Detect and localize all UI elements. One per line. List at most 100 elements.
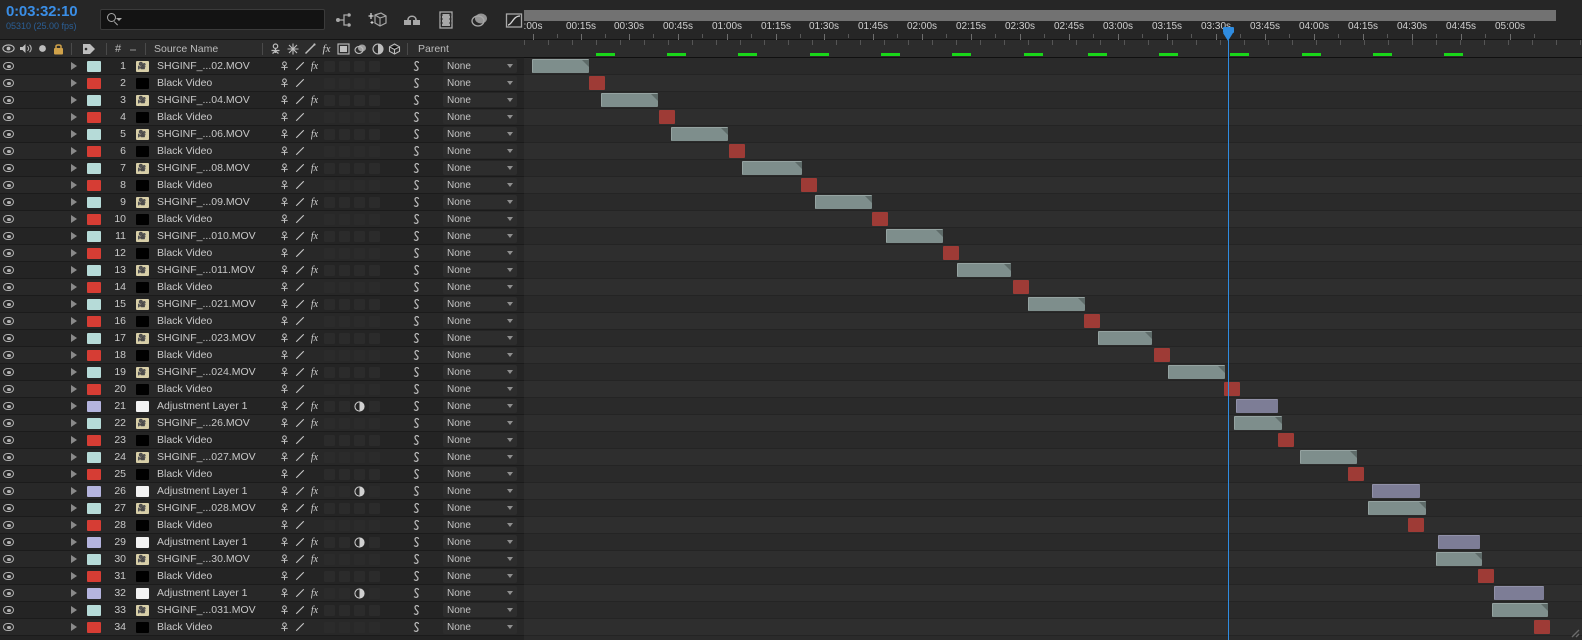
- layer-switches[interactable]: fx: [277, 143, 407, 160]
- quality-switch[interactable]: [292, 264, 307, 277]
- label-tag-icon[interactable]: [76, 43, 102, 55]
- frame-blend-icon[interactable]: [335, 43, 352, 55]
- layer-parent-cell[interactable]: None: [407, 466, 517, 483]
- parent-pickwhip-icon[interactable]: [409, 264, 421, 277]
- layer-source-name[interactable]: SHGINF_...30.MOV: [153, 551, 277, 568]
- layer-switches[interactable]: fx: [277, 75, 407, 92]
- layer-label-swatch[interactable]: [83, 364, 105, 381]
- motion-blur-switch[interactable]: [337, 451, 352, 464]
- layer-solo-toggle[interactable]: [34, 313, 49, 330]
- effects-switch[interactable]: fx: [307, 451, 322, 464]
- layer-label-swatch[interactable]: [83, 585, 105, 602]
- quality-switch[interactable]: [292, 281, 307, 294]
- layer-switches[interactable]: fx: [277, 177, 407, 194]
- 3d-layer-switch[interactable]: [367, 60, 382, 73]
- layer-label-swatch[interactable]: [83, 466, 105, 483]
- layer-source-name[interactable]: SHGINF_...023.MOV: [153, 330, 277, 347]
- parent-pickwhip-icon[interactable]: [409, 621, 421, 634]
- timeline-row[interactable]: [524, 279, 1582, 296]
- timeline-row[interactable]: [524, 500, 1582, 517]
- motion-blur-switch[interactable]: [337, 468, 352, 481]
- layer-visibility-toggle[interactable]: [0, 466, 17, 483]
- layer-expand-triangle[interactable]: [65, 398, 83, 415]
- layer-lock-toggle[interactable]: [49, 432, 65, 449]
- quality-switch[interactable]: [292, 519, 307, 532]
- layer-lock-toggle[interactable]: [49, 415, 65, 432]
- 3d-layer-switch[interactable]: [367, 349, 382, 362]
- frame-blend-switch[interactable]: [322, 400, 337, 413]
- layer-source-name[interactable]: Black Video: [153, 177, 277, 194]
- timeline-row[interactable]: [524, 517, 1582, 534]
- layer-row[interactable]: 14 Black Video fx None: [0, 279, 524, 296]
- layer-solo-toggle[interactable]: [34, 347, 49, 364]
- timeline-clip-bar[interactable]: [1013, 280, 1029, 294]
- layer-switches[interactable]: fx: [277, 364, 407, 381]
- layer-row[interactable]: 4 Black Video fx None: [0, 109, 524, 126]
- timeline-clip-bar[interactable]: [1478, 569, 1494, 583]
- timeline-clip-bar[interactable]: [886, 229, 943, 243]
- layer-switches[interactable]: fx: [277, 381, 407, 398]
- layer-row[interactable]: 20 Black Video fx None: [0, 381, 524, 398]
- timeline-clip-bar[interactable]: [671, 127, 728, 141]
- timeline-row[interactable]: [524, 585, 1582, 602]
- quality-switch[interactable]: [292, 349, 307, 362]
- motion-blur-switch[interactable]: [337, 94, 352, 107]
- layer-expand-triangle[interactable]: [65, 160, 83, 177]
- timeline-clip-bar[interactable]: [815, 195, 872, 209]
- motion-blur-switch[interactable]: [337, 196, 352, 209]
- parent-pickwhip-icon[interactable]: [409, 145, 421, 158]
- parent-dropdown[interactable]: None: [443, 246, 517, 260]
- layer-expand-triangle[interactable]: [65, 517, 83, 534]
- layer-source-name[interactable]: Black Video: [153, 381, 277, 398]
- effects-fx-icon[interactable]: fx: [318, 43, 335, 55]
- layer-source-name[interactable]: SHGINF_...02.MOV: [153, 58, 277, 75]
- layer-solo-toggle[interactable]: [34, 500, 49, 517]
- layer-expand-triangle[interactable]: [65, 228, 83, 245]
- effects-switch[interactable]: fx: [307, 264, 322, 277]
- layer-parent-cell[interactable]: None: [407, 534, 517, 551]
- adjustment-layer-switch[interactable]: [352, 60, 367, 73]
- solo-dot-icon[interactable]: [35, 44, 50, 53]
- effects-switch[interactable]: fx: [307, 349, 322, 362]
- shy-switch[interactable]: [277, 298, 292, 311]
- 3d-layer-switch[interactable]: [367, 230, 382, 243]
- layer-lock-toggle[interactable]: [49, 58, 65, 75]
- layer-parent-cell[interactable]: None: [407, 347, 517, 364]
- layer-lock-toggle[interactable]: [49, 245, 65, 262]
- layer-label-swatch[interactable]: [83, 568, 105, 585]
- layer-lock-toggle[interactable]: [49, 381, 65, 398]
- layer-label-swatch[interactable]: [83, 313, 105, 330]
- layer-lock-toggle[interactable]: [49, 398, 65, 415]
- timeline-clip-bar[interactable]: [659, 110, 675, 124]
- layer-visibility-toggle[interactable]: [0, 619, 17, 636]
- adjustment-layer-switch[interactable]: [352, 196, 367, 209]
- layer-switches[interactable]: fx: [277, 585, 407, 602]
- layer-parent-cell[interactable]: None: [407, 551, 517, 568]
- effects-switch[interactable]: fx: [307, 366, 322, 379]
- timeline-clip-bar[interactable]: [1236, 399, 1278, 413]
- layer-expand-triangle[interactable]: [65, 483, 83, 500]
- motion-blur-switch[interactable]: [337, 485, 352, 498]
- layer-label-swatch[interactable]: [83, 109, 105, 126]
- layer-switches[interactable]: fx: [277, 245, 407, 262]
- layer-audio-toggle[interactable]: [17, 75, 34, 92]
- composition-marker-strip[interactable]: [524, 40, 1582, 58]
- layer-label-swatch[interactable]: [83, 245, 105, 262]
- shy-switch[interactable]: [277, 468, 292, 481]
- timeline-row[interactable]: [524, 483, 1582, 500]
- timeline-row[interactable]: [524, 92, 1582, 109]
- search-input[interactable]: [100, 9, 325, 30]
- frame-blend-switch[interactable]: [322, 162, 337, 175]
- motion-blur-switch[interactable]: [337, 145, 352, 158]
- parent-pickwhip-icon[interactable]: [409, 196, 421, 209]
- frame-blend-switch[interactable]: [322, 417, 337, 430]
- timecode-value[interactable]: 0:03:32:10: [6, 4, 106, 20]
- collapse-transformations-icon[interactable]: [284, 43, 301, 55]
- layer-expand-triangle[interactable]: [65, 432, 83, 449]
- shy-switch[interactable]: [277, 485, 292, 498]
- layer-solo-toggle[interactable]: [34, 534, 49, 551]
- frame-blend-switch[interactable]: [322, 349, 337, 362]
- hide-shy-layers-icon[interactable]: [401, 9, 423, 31]
- adjustment-layer-switch[interactable]: [352, 400, 367, 413]
- layer-solo-toggle[interactable]: [34, 92, 49, 109]
